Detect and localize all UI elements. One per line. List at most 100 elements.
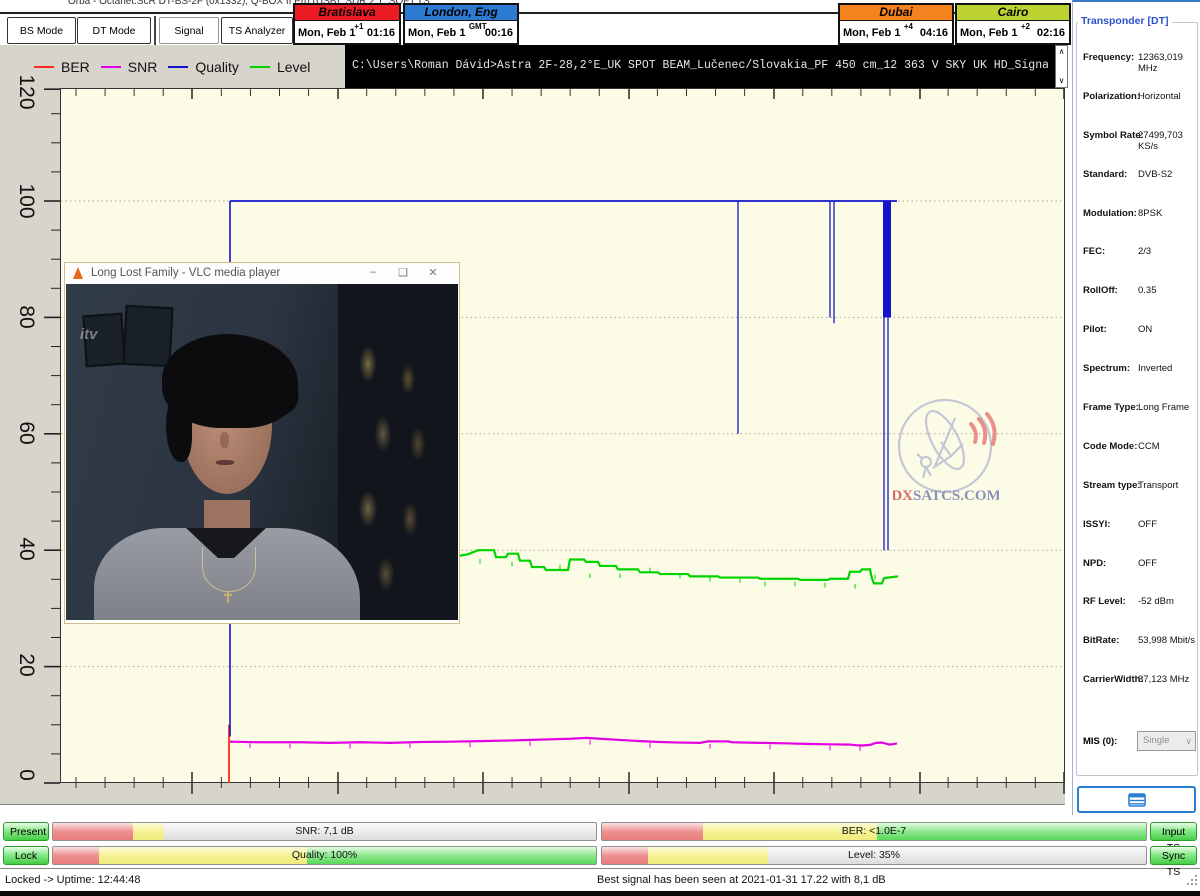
transponder-row: ISSYI:OFF: [1083, 519, 1199, 558]
console-command-text: C:\Users\Roman Dávid>Astra 2F-28,2°E_UK …: [352, 59, 1048, 72]
sync-ts-button[interactable]: Sync TS: [1150, 846, 1197, 865]
transponder-row: FEC:2/3: [1083, 246, 1199, 285]
minimize-button[interactable]: –: [365, 266, 381, 278]
tab-signal-mon[interactable]: Signal Mon.: [159, 17, 219, 44]
mis-label: MIS (0):: [1083, 736, 1117, 747]
clock-cairo: Cairo Mon, Feb 1 +2 02:16: [955, 3, 1071, 45]
clock-utc-offset: +1: [354, 22, 363, 31]
console-window[interactable]: C:\Users\Roman Dávid>Astra 2F-28,2°E_UK …: [345, 45, 1068, 88]
legend-item-snr: SNR: [101, 59, 158, 75]
clock-dubai: Dubai Mon, Feb 1 +4 04:16: [838, 3, 954, 45]
list-icon: [1128, 793, 1146, 807]
transponder-row: NPD:OFF: [1083, 558, 1199, 597]
transponder-row: BitRate:53,998 Mbit/s: [1083, 635, 1199, 674]
transponder-row: RF Level:-52 dBm: [1083, 596, 1199, 635]
transponder-row: Polarization:Horizontal: [1083, 91, 1199, 130]
person-hair-side: [166, 394, 192, 462]
legend-item-level: Level: [250, 59, 310, 75]
transponder-panel-title: Transponder [DT]: [1078, 15, 1172, 27]
lock-uptime-status: Locked -> Uptime: 12:44:48: [5, 874, 140, 886]
scroll-up-arrow-icon[interactable]: ∧: [1056, 48, 1067, 56]
legend-item-quality: Quality: [168, 59, 239, 75]
clock-utc-offset: +2: [1021, 22, 1030, 31]
background-shelf: [338, 284, 458, 620]
snr-bar-label: SNR: 7,1 dB: [53, 825, 596, 837]
scroll-down-arrow-icon[interactable]: ∨: [1056, 77, 1067, 85]
clock-date: Mon, Feb 1: [298, 27, 355, 39]
transponder-row: Frame Type:Long Frame: [1083, 402, 1199, 441]
transponder-row: Frequency:12363,019 MHz: [1083, 52, 1199, 91]
quality-line-swatch: [168, 66, 188, 68]
y-axis-label-80: 80: [16, 282, 38, 352]
clock-date: Mon, Feb 1: [960, 27, 1017, 39]
input-ts-button[interactable]: Input TS: [1150, 822, 1197, 841]
quality-bar-label: Quality: 100%: [53, 849, 596, 861]
clock-london: London, Eng Mon, Feb 1 GMT 00:16: [403, 3, 519, 45]
tab-ts-analyzer[interactable]: TS Analyzer (OK): [221, 17, 293, 44]
clock-bratislava: Bratislava Mon, Feb 1 +1 01:16: [293, 3, 401, 45]
vlc-video-frame: itv: [66, 284, 458, 620]
level-bar-label: Level: 35%: [602, 849, 1146, 861]
y-axis-label-0: 0: [16, 740, 38, 810]
clock-city: Bratislava: [295, 5, 399, 21]
transponder-rows: Frequency:12363,019 MHzPolarization:Hori…: [1083, 52, 1199, 713]
ts-details-button[interactable]: [1077, 786, 1196, 813]
clock-city: London, Eng: [405, 5, 517, 21]
present-indicator-button[interactable]: Present: [3, 822, 49, 841]
transponder-panel: Transponder [DT] Frequency:12363,019 MHz…: [1072, 0, 1200, 815]
y-axis-label-40: 40: [16, 514, 38, 584]
clock-date: Mon, Feb 1: [408, 27, 465, 39]
transponder-row: Standard:DVB-S2: [1083, 169, 1199, 208]
maximize-button[interactable]: ❑: [395, 266, 411, 279]
status-bar: Locked -> Uptime: 12:44:48 Best signal h…: [0, 868, 1200, 892]
transponder-row: Symbol Rate:27499,703 KS/s: [1083, 130, 1199, 169]
transponder-row: Modulation:8PSK: [1083, 208, 1199, 247]
clock-date: Mon, Feb 1: [843, 27, 900, 39]
vlc-player-window[interactable]: Long Lost Family - VLC media player – ❑ …: [64, 262, 460, 624]
vlc-titlebar[interactable]: Long Lost Family - VLC media player – ❑ …: [65, 263, 459, 284]
tab-bs-mode[interactable]: BS Mode: [7, 17, 76, 44]
nose: [220, 432, 229, 448]
y-axis-label-20: 20: [16, 630, 38, 700]
transponder-row: CarrierWidth:37,123 MHz: [1083, 674, 1199, 713]
clock-city: Cairo: [957, 5, 1069, 21]
resize-grip[interactable]: [1185, 874, 1198, 887]
console-scrollbar[interactable]: ∧ ∨: [1055, 45, 1068, 88]
close-button[interactable]: ✕: [425, 266, 441, 279]
best-signal-status: Best signal has been seen at 2021-01-31 …: [597, 874, 886, 886]
transponder-row: Stream type:Transport: [1083, 480, 1199, 519]
vlc-cone-icon: [73, 267, 83, 279]
lock-indicator-button[interactable]: Lock: [3, 846, 49, 865]
y-axis-label-100: 100: [16, 166, 38, 236]
snr-line-swatch: [101, 66, 121, 68]
tab-dt-mode[interactable]: DT Mode: [77, 17, 151, 44]
transponder-row: RollOff:0.35: [1083, 285, 1199, 324]
mouth: [216, 460, 234, 465]
clock-utc-offset: +4: [904, 22, 913, 31]
wall-photo: [122, 305, 173, 367]
y-axis-label-60: 60: [16, 398, 38, 468]
mis-dropdown[interactable]: Single ∨: [1137, 731, 1196, 751]
clock-time: 00:16: [485, 27, 513, 39]
cross-pendant: [227, 591, 229, 603]
transponder-row: Code Mode:CCM: [1083, 441, 1199, 480]
snr-progress-bar: SNR: 7,1 dB: [52, 822, 597, 841]
ber-progress-bar: BER: <1.0E-7: [601, 822, 1147, 841]
signal-monitor-app: Orba - Octanet.ScR DT-BS-2F (0x1332), Q-…: [0, 0, 1200, 896]
quality-progress-bar: Quality: 100%: [52, 846, 597, 865]
chart-legend: BER SNR Quality Level: [0, 45, 345, 88]
clock-time: 02:16: [1037, 27, 1065, 39]
chevron-down-icon: ∨: [1185, 732, 1192, 750]
clock-city: Dubai: [840, 5, 952, 21]
chart-bottom-margin: [0, 783, 1065, 805]
clock-time: 04:16: [920, 27, 948, 39]
dxsatcs-watermark-logo: DXSATCS.COM: [893, 396, 999, 508]
transponder-row: Pilot:ON: [1083, 324, 1199, 363]
level-line-swatch: [250, 66, 270, 68]
transponder-row: Spectrum:Inverted: [1083, 363, 1199, 402]
legend-item-ber: BER: [34, 59, 90, 75]
tab-separator: [154, 16, 156, 45]
ber-bar-label: BER: <1.0E-7: [602, 825, 1146, 837]
vlc-window-title: Long Lost Family - VLC media player: [91, 267, 280, 279]
level-progress-bar: Level: 35%: [601, 846, 1147, 865]
